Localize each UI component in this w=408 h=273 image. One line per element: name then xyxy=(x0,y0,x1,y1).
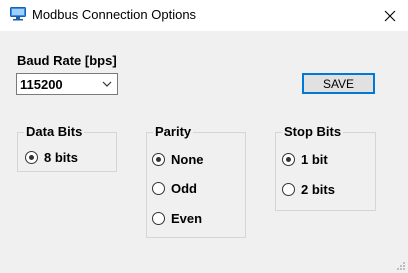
baud-rate-value: 115200 xyxy=(20,77,63,92)
parity-none-radio[interactable]: None xyxy=(152,151,204,167)
radio-button-icon xyxy=(152,152,165,166)
data-bits-group: Data Bits 8 bits xyxy=(17,124,117,172)
close-icon xyxy=(384,10,396,21)
baud-rate-select[interactable]: 115200 xyxy=(16,73,118,95)
data-bits-8-radio[interactable]: 8 bits xyxy=(25,149,78,165)
stop-bits-2-label: 2 bits xyxy=(301,181,335,197)
parity-even-radio[interactable]: Even xyxy=(152,210,202,226)
window-title: Modbus Connection Options xyxy=(32,7,197,22)
parity-even-label: Even xyxy=(171,210,203,226)
title-bar[interactable]: Modbus Connection Options xyxy=(0,0,408,31)
modbus-options-window: Modbus Connection Options Baud Rate [bps… xyxy=(0,0,408,273)
parity-odd-label: Odd xyxy=(171,180,197,196)
data-bits-8-label: 8 bits xyxy=(44,149,78,165)
stop-bits-1-radio[interactable]: 1 bit xyxy=(282,151,328,167)
close-button[interactable] xyxy=(372,0,408,31)
parity-group: Parity None Odd Even xyxy=(146,124,246,238)
parity-title: Parity xyxy=(153,124,194,140)
stop-bits-2-radio[interactable]: 2 bits xyxy=(282,181,335,197)
resize-grip-icon[interactable] xyxy=(396,261,406,271)
stop-bits-title: Stop Bits xyxy=(282,124,344,140)
radio-button-icon xyxy=(25,150,38,164)
modbus-app-icon xyxy=(10,7,26,21)
radio-button-icon xyxy=(152,181,165,195)
radio-button-icon xyxy=(152,211,165,225)
chevron-down-icon xyxy=(102,81,112,87)
parity-none-label: None xyxy=(171,151,204,167)
radio-button-icon xyxy=(282,182,295,196)
save-button[interactable]: SAVE xyxy=(302,73,375,94)
radio-button-icon xyxy=(282,152,295,166)
stop-bits-group: Stop Bits 1 bit 2 bits xyxy=(275,124,376,211)
data-bits-title: Data Bits xyxy=(24,124,85,140)
stop-bits-1-label: 1 bit xyxy=(301,151,328,167)
baud-rate-label: Baud Rate [bps] xyxy=(17,53,117,68)
parity-odd-radio[interactable]: Odd xyxy=(152,180,197,196)
